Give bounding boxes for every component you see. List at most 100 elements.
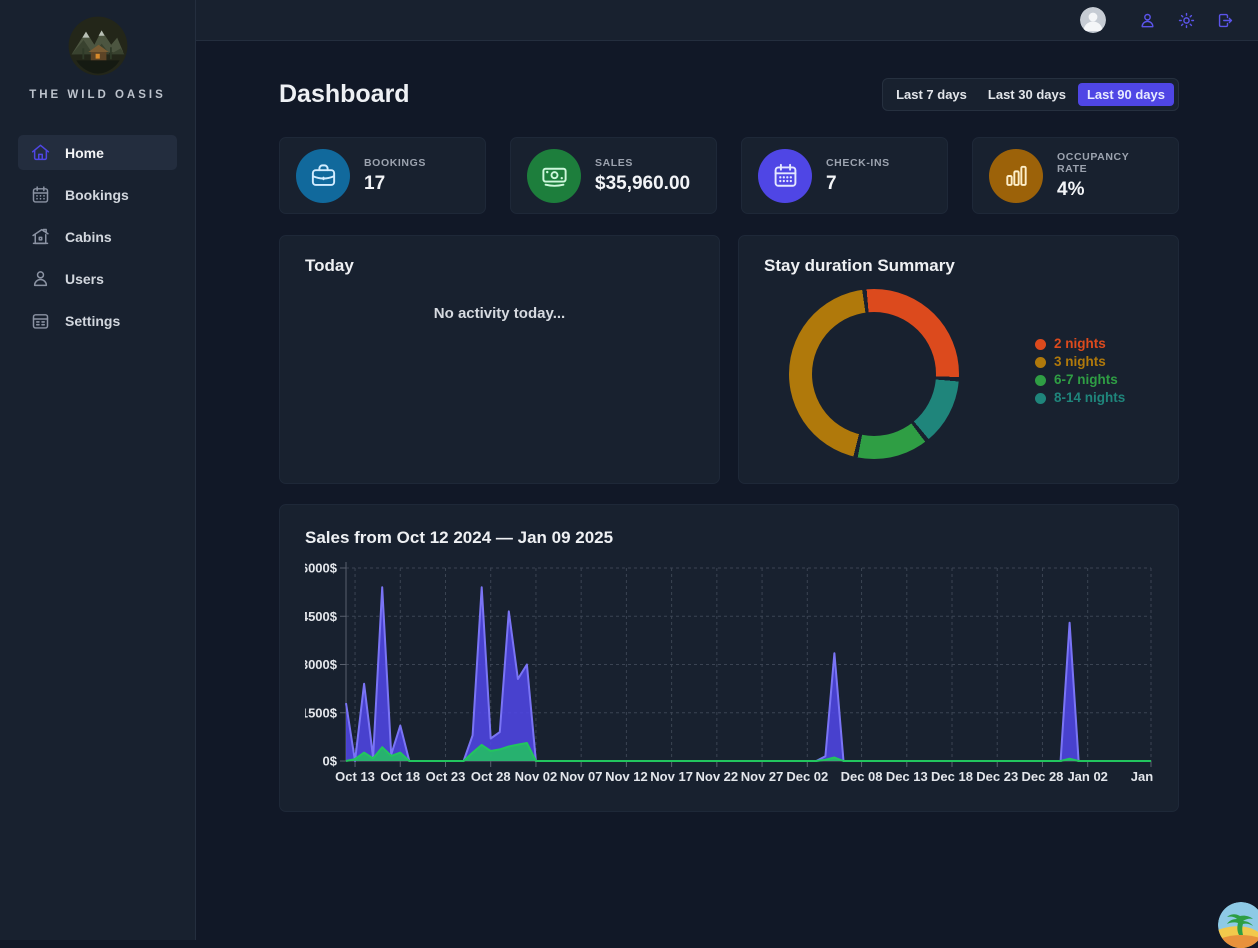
sidebar-item-label: Bookings bbox=[65, 187, 129, 203]
user-icon bbox=[30, 268, 51, 289]
wild-oasis-logo-icon bbox=[68, 16, 128, 76]
logout-button[interactable] bbox=[1212, 7, 1238, 33]
legend-dot bbox=[1035, 339, 1046, 350]
middle-row: Today No activity today... Stay duration… bbox=[279, 235, 1179, 484]
donut-hole bbox=[812, 312, 936, 436]
sidebar: THE WILD OASIS Home Bookings bbox=[0, 0, 196, 940]
sidebar-item-home[interactable]: Home bbox=[18, 135, 177, 170]
sun-icon bbox=[1177, 11, 1196, 30]
svg-text:4500$: 4500$ bbox=[305, 609, 338, 624]
stat-label: SALES bbox=[595, 157, 690, 169]
svg-text:Nov 27: Nov 27 bbox=[741, 769, 784, 784]
svg-text:Dec 18: Dec 18 bbox=[931, 769, 973, 784]
banknotes-icon bbox=[527, 149, 581, 203]
user-icon bbox=[1138, 11, 1157, 30]
page-head: Dashboard Last 7 days Last 30 days Last … bbox=[279, 78, 1179, 111]
legend-label: 8-14 nights bbox=[1054, 391, 1125, 405]
stat-occupancy: OCCUPANCY RATE 4% bbox=[972, 137, 1179, 214]
svg-text:Jan 02: Jan 02 bbox=[1067, 769, 1107, 784]
sidebar-item-bookings[interactable]: Bookings bbox=[18, 177, 177, 212]
calendar-icon bbox=[30, 184, 51, 205]
app-root: THE WILD OASIS Home Bookings bbox=[0, 0, 1258, 940]
legend-dot bbox=[1035, 357, 1046, 368]
filter-last-90-days-button[interactable]: Last 90 days bbox=[1078, 83, 1174, 106]
stat-label: BOOKINGS bbox=[364, 157, 426, 169]
legend-item-3-nights: 3 nights bbox=[1035, 355, 1125, 369]
stat-value: 4% bbox=[1057, 179, 1162, 201]
today-empty-message: No activity today... bbox=[305, 305, 694, 322]
legend-label: 2 nights bbox=[1054, 337, 1106, 351]
user-avatar bbox=[1080, 7, 1106, 33]
oasis-favicon bbox=[1218, 902, 1258, 948]
sidebar-nav: Home Bookings Cabins bbox=[18, 135, 177, 338]
dark-mode-toggle-button[interactable] bbox=[1173, 7, 1199, 33]
today-title: Today bbox=[305, 256, 694, 276]
sidebar-item-settings[interactable]: Settings bbox=[18, 303, 177, 338]
filter-last-7-days-button[interactable]: Last 7 days bbox=[887, 83, 976, 106]
stat-checkins: CHECK-INS 7 bbox=[741, 137, 948, 214]
svg-text:Dec 23: Dec 23 bbox=[976, 769, 1018, 784]
stat-sales: SALES $35,960.00 bbox=[510, 137, 717, 214]
svg-text:Dec 02: Dec 02 bbox=[786, 769, 828, 784]
calendar-icon bbox=[758, 149, 812, 203]
cabin-icon bbox=[30, 226, 51, 247]
legend-dot bbox=[1035, 393, 1046, 404]
svg-text:6000$: 6000$ bbox=[305, 561, 338, 576]
svg-text:Nov 02: Nov 02 bbox=[515, 769, 558, 784]
filter-last-30-days-button[interactable]: Last 30 days bbox=[979, 83, 1075, 106]
stat-value: 17 bbox=[364, 173, 426, 195]
svg-text:Oct 28: Oct 28 bbox=[471, 769, 511, 784]
brand: THE WILD OASIS bbox=[18, 16, 177, 101]
stat-bookings: BOOKINGS 17 bbox=[279, 137, 486, 214]
stat-value: 7 bbox=[826, 173, 890, 195]
sidebar-item-label: Users bbox=[65, 271, 104, 287]
svg-text:Oct 23: Oct 23 bbox=[426, 769, 466, 784]
sidebar-item-cabins[interactable]: Cabins bbox=[18, 219, 177, 254]
stat-label: CHECK-INS bbox=[826, 157, 890, 169]
date-range-filter: Last 7 days Last 30 days Last 90 days bbox=[882, 78, 1179, 111]
top-header bbox=[196, 0, 1258, 41]
svg-text:Oct 18: Oct 18 bbox=[380, 769, 420, 784]
svg-text:Nov 17: Nov 17 bbox=[650, 769, 693, 784]
svg-text:Nov 12: Nov 12 bbox=[605, 769, 648, 784]
svg-text:Dec 28: Dec 28 bbox=[1021, 769, 1063, 784]
settings-icon bbox=[30, 310, 51, 331]
legend-dot bbox=[1035, 375, 1046, 386]
account-user-button[interactable] bbox=[1134, 7, 1160, 33]
legend-label: 3 nights bbox=[1054, 355, 1106, 369]
sales-area-chart: 0$ 1500$ 3000$ 4500$ 6000$ Oct 13 Oct 18 Oct 23… bbox=[305, 560, 1155, 792]
sales-chart-title: Sales from Oct 12 2024 — Jan 09 2025 bbox=[305, 528, 1153, 548]
svg-text:Jan 09: Jan 09 bbox=[1131, 769, 1155, 784]
duration-legend: 2 nights 3 nights 6-7 nights 8-14 nights bbox=[1035, 337, 1125, 405]
sidebar-item-label: Settings bbox=[65, 313, 120, 329]
legend-item-6-7-nights: 6-7 nights bbox=[1035, 373, 1125, 387]
svg-text:Dec 13: Dec 13 bbox=[886, 769, 928, 784]
home-icon bbox=[30, 142, 51, 163]
stat-cards: BOOKINGS 17 SALES $35,960.00 bbox=[279, 137, 1179, 214]
svg-text:Dec 08: Dec 08 bbox=[841, 769, 883, 784]
stat-value: $35,960.00 bbox=[595, 173, 690, 195]
legend-label: 6-7 nights bbox=[1054, 373, 1118, 387]
sales-chart-panel: Sales from Oct 12 2024 — Jan 09 2025 0$ 1… bbox=[279, 504, 1179, 812]
sidebar-item-label: Home bbox=[65, 145, 104, 161]
legend-item-8-14-nights: 8-14 nights bbox=[1035, 391, 1125, 405]
duration-chart-title: Stay duration Summary bbox=[764, 256, 1153, 276]
sidebar-item-label: Cabins bbox=[65, 229, 112, 245]
svg-text:Nov 22: Nov 22 bbox=[696, 769, 739, 784]
svg-text:0$: 0$ bbox=[323, 754, 338, 769]
legend-item-2-nights: 2 nights bbox=[1035, 337, 1125, 351]
stat-label: OCCUPANCY RATE bbox=[1057, 151, 1162, 175]
svg-text:Oct 13: Oct 13 bbox=[335, 769, 375, 784]
stay-duration-panel: Stay duration Summary 2 nights 3 nights … bbox=[738, 235, 1179, 484]
svg-text:3000$: 3000$ bbox=[305, 657, 338, 672]
today-panel: Today No activity today... bbox=[279, 235, 720, 484]
brand-name: THE WILD OASIS bbox=[29, 89, 166, 101]
svg-text:Nov 07: Nov 07 bbox=[560, 769, 603, 784]
sidebar-item-users[interactable]: Users bbox=[18, 261, 177, 296]
chart-bars-icon bbox=[989, 149, 1043, 203]
svg-text:1500$: 1500$ bbox=[305, 705, 338, 720]
dashboard-main: Dashboard Last 7 days Last 30 days Last … bbox=[196, 41, 1258, 940]
briefcase-icon bbox=[296, 149, 350, 203]
header-actions bbox=[1134, 7, 1238, 33]
page-title: Dashboard bbox=[279, 80, 410, 109]
